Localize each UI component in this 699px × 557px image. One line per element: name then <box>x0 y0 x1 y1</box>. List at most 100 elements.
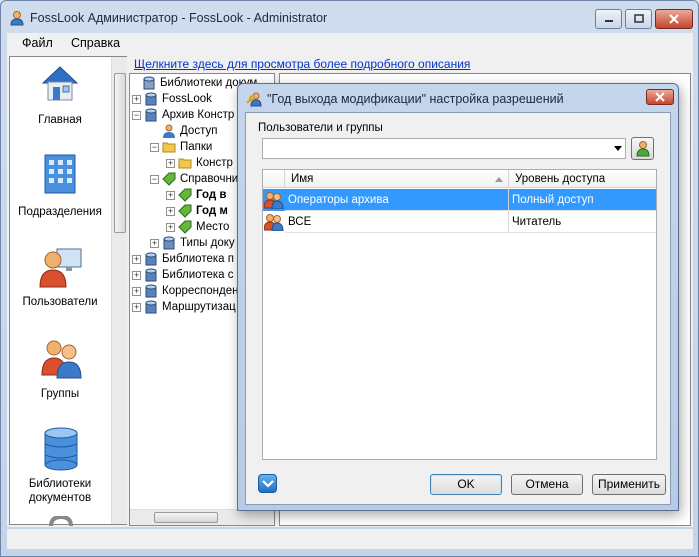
menu-bar: Файл Справка <box>7 33 693 53</box>
tree-node-label: Библиотека п <box>162 253 234 265</box>
tree-horizontal-scrollbar[interactable] <box>130 509 274 525</box>
expand-icon[interactable]: + <box>132 287 141 296</box>
row-name: ВСЕ <box>285 211 509 233</box>
database-icon <box>144 284 158 298</box>
close-icon <box>669 14 679 24</box>
permissions-dialog: "Год выхода модификации" настройка разре… <box>237 83 679 511</box>
database-icon <box>144 268 158 282</box>
status-bar <box>7 529 693 549</box>
nav-item-libraries[interactable]: Библиотеки документов <box>10 427 110 513</box>
chevron-down-icon <box>614 146 622 151</box>
close-button[interactable] <box>655 9 693 29</box>
maximize-button[interactable] <box>625 9 652 29</box>
row-access-level: Полный доступ <box>509 189 656 211</box>
expand-icon[interactable]: + <box>132 95 141 104</box>
menu-file[interactable]: Файл <box>22 36 53 50</box>
sidebar-scrollbar[interactable] <box>111 57 127 524</box>
tree-node-label: Год м <box>196 205 228 217</box>
tag-icon <box>162 172 176 186</box>
sort-asc-icon <box>495 177 503 182</box>
folder-icon <box>178 156 192 170</box>
minimize-button[interactable] <box>595 9 622 29</box>
group-icon <box>264 192 284 209</box>
collapse-icon[interactable]: − <box>132 111 141 120</box>
lock-icon <box>49 516 73 526</box>
expand-icon[interactable]: + <box>132 303 141 312</box>
home-icon <box>41 66 79 101</box>
tree-node-label: Констр <box>196 157 233 169</box>
folder-icon <box>162 140 176 154</box>
tag-icon <box>178 220 192 234</box>
nav-item-users[interactable]: Пользователи <box>10 245 110 325</box>
collapse-icon[interactable]: − <box>150 175 159 184</box>
building-icon <box>44 154 76 194</box>
user-icon <box>162 124 176 138</box>
user-computer-icon <box>39 248 82 288</box>
nav-item-home[interactable]: Главная <box>10 63 110 143</box>
nav-item-departments[interactable]: Подразделения <box>10 153 110 233</box>
collapse-icon[interactable]: − <box>150 143 159 152</box>
tree-node-label: Типы доку <box>180 237 235 249</box>
tree-node-label: Корреспонден <box>162 285 239 297</box>
library-icon <box>142 76 156 90</box>
row-access-level: Читатель <box>509 211 656 233</box>
table-row[interactable]: ВСЕ Читатель <box>263 211 656 233</box>
tree-node-label: Год в <box>196 189 227 201</box>
tree-node-label: Доступ <box>180 125 218 137</box>
database-icon <box>144 300 158 314</box>
table-row[interactable]: Операторы архива Полный доступ <box>263 189 656 211</box>
chevron-down-icon <box>262 480 274 488</box>
key-user-icon <box>246 92 262 107</box>
expand-icon[interactable]: + <box>150 239 159 248</box>
dialog-close-button[interactable] <box>646 89 674 105</box>
expand-icon[interactable]: + <box>166 207 175 216</box>
menu-help[interactable]: Справка <box>71 36 120 50</box>
expand-icon[interactable]: + <box>166 191 175 200</box>
apply-button[interactable]: Применить <box>592 474 666 495</box>
tree-scroll-thumb[interactable] <box>154 512 218 523</box>
tree-node-label: Библиотека с <box>162 269 234 281</box>
cancel-button[interactable]: Отмена <box>511 474 583 495</box>
nav-label-users: Пользователи <box>22 296 98 308</box>
tag-icon <box>178 188 192 202</box>
add-user-button[interactable] <box>631 137 654 160</box>
nav-item-groups[interactable]: Группы <box>10 337 110 417</box>
nav-label-departments: Подразделения <box>18 206 102 218</box>
grid-header-icon-col <box>263 170 285 188</box>
expand-details-button[interactable] <box>258 474 277 493</box>
tree-node-label: Место <box>196 221 230 233</box>
expand-icon[interactable]: + <box>166 223 175 232</box>
expand-icon[interactable]: + <box>166 159 175 168</box>
database-icon <box>144 252 158 266</box>
database-icon <box>144 92 158 106</box>
minimize-icon <box>604 20 613 22</box>
app-user-icon <box>10 11 24 26</box>
row-name: Операторы архива <box>285 189 509 211</box>
tree-node-label: Маршрутизац <box>162 301 236 313</box>
window-title: FossLook Администратор - FossLook - Admi… <box>30 11 328 25</box>
group-icon <box>264 214 284 231</box>
expand-icon[interactable]: + <box>132 271 141 280</box>
grid-header: Имя Уровень доступа <box>263 170 656 188</box>
expand-icon[interactable]: + <box>132 255 141 264</box>
permissions-grid: Имя Уровень доступа Операторы архива Пол… <box>262 169 657 460</box>
ok-button[interactable]: OK <box>430 474 502 495</box>
header-name-label: Имя <box>291 173 314 185</box>
maximize-icon <box>633 14 644 23</box>
users-groups-label: Пользователи и группы <box>258 122 383 134</box>
database-icon <box>144 108 158 122</box>
navigation-bar: Главная Подразделения Пользователи Групп… <box>9 56 127 526</box>
grid-header-access-level[interactable]: Уровень доступа <box>509 170 656 188</box>
nav-label-home: Главная <box>38 114 82 126</box>
grid-header-name[interactable]: Имя <box>285 170 509 188</box>
tree-node-label: Папки <box>180 141 213 153</box>
tag-icon <box>178 204 192 218</box>
doc-types-icon <box>162 236 176 250</box>
sidebar-scroll-thumb[interactable] <box>114 73 126 233</box>
title-bar: FossLook Администратор - FossLook - Admi… <box>1 1 698 33</box>
details-link[interactable]: Щелкните здесь для просмотра более подро… <box>134 57 470 71</box>
users-groups-combo[interactable] <box>262 138 626 159</box>
dialog-title: "Год выхода модификации" настройка разре… <box>267 92 564 106</box>
database-icon <box>44 427 78 471</box>
header-level-label: Уровень доступа <box>515 173 606 185</box>
